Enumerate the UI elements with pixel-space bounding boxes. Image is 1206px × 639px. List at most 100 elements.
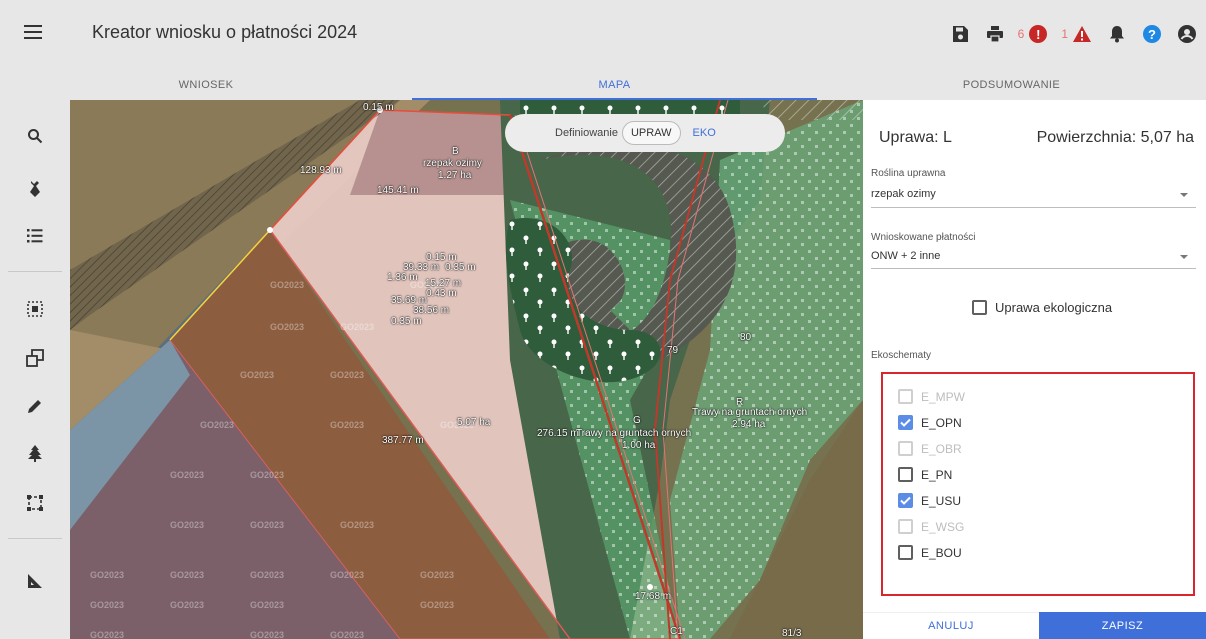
map-label: 1.00 ha [622, 440, 656, 451]
map-watermark: GO2023 [250, 470, 285, 480]
checkbox-checked[interactable] [898, 493, 913, 508]
toolbar-divider [8, 271, 62, 272]
map-label: 128.93 m [300, 165, 342, 176]
map-label: 145.41 m [377, 185, 419, 196]
tree-icon[interactable] [24, 442, 46, 464]
select-area-icon[interactable] [24, 298, 46, 320]
panel-area: Powierzchnia: 5,07 ha [1036, 129, 1194, 146]
definition-mode-toggle: Definiowanie UPRAW EKO [505, 114, 785, 152]
map-label: C1 [670, 626, 683, 637]
parcel-icon[interactable] [24, 178, 46, 200]
field-underline [871, 268, 1196, 269]
map-label: 38.56 m [413, 305, 450, 316]
map-watermark: GO2023 [270, 280, 305, 290]
map-watermark: GO2023 [170, 600, 205, 610]
map-watermark: GO2023 [90, 570, 125, 580]
map-watermark: GO2023 [250, 520, 285, 530]
crop-select[interactable]: rzepak ozimy [871, 188, 936, 200]
tab-wniosek[interactable]: WNIOSEK [0, 70, 412, 100]
map-watermark: GO2023 [330, 630, 365, 639]
checkbox-box[interactable] [898, 545, 913, 560]
tab-mapa[interactable]: MAPA [412, 70, 817, 100]
mode-upraw-option[interactable]: UPRAW [621, 121, 681, 145]
scheme-e-opn[interactable]: E_OPN [898, 415, 962, 430]
payment-field-label: Wnioskowane płatności [871, 232, 976, 243]
map-label: 5.07 ha [457, 417, 491, 428]
map-label: 0.43 m [426, 288, 457, 299]
pencil-icon[interactable] [24, 395, 46, 417]
scheme-e-wsg[interactable]: E_WSG [898, 519, 964, 534]
tab-podsumowanie[interactable]: PODSUMOWANIE [817, 70, 1206, 100]
map-watermark: GO2023 [90, 600, 125, 610]
save-icon[interactable] [949, 23, 971, 45]
map-label: rzepak ozimy [423, 158, 482, 169]
account-icon[interactable] [1176, 23, 1198, 45]
error-icon[interactable]: ! [1027, 23, 1049, 45]
map-label: 0.35 m [445, 262, 476, 273]
eko-crop-label: Uprawa ekologiczna [995, 300, 1113, 315]
bell-icon[interactable] [1106, 23, 1128, 45]
save-button[interactable]: ZAPISZ [1039, 612, 1206, 639]
map-label: 80 [740, 332, 752, 343]
map-label: 79 [667, 345, 679, 356]
cancel-button[interactable]: ANULUJ [863, 612, 1039, 639]
top-bar: Kreator wniosku o płatności 2024 6 ! 1 ? [0, 0, 1206, 70]
chevron-down-icon[interactable] [1180, 193, 1188, 197]
checkbox-box[interactable] [972, 300, 987, 315]
map-view[interactable]: GO2023 GO2023 GO2023 GO2023 GO2023 GO202… [70, 100, 863, 639]
payment-select[interactable]: ONW + 2 inne [871, 250, 940, 262]
warning-count: 1 [1061, 27, 1068, 41]
scheme-label: E_OBR [921, 441, 962, 456]
map-label: 1.27 ha [438, 170, 472, 181]
map-watermark: GO2023 [420, 600, 455, 610]
schemes-label: Ekoschematy [871, 350, 932, 361]
map-label: Trawy na gruntach ornych [692, 407, 808, 418]
scheme-label: E_OPN [921, 415, 962, 430]
map-label: 1.36 m [387, 272, 418, 283]
app-title: Kreator wniosku o płatności 2024 [92, 22, 358, 42]
measure-icon[interactable] [24, 570, 46, 592]
list-icon[interactable] [24, 225, 46, 247]
map-watermark: GO2023 [200, 420, 235, 430]
scheme-label: E_BOU [921, 545, 962, 560]
map-label: 81/3 [782, 628, 802, 639]
map-label: 2.94 ha [732, 419, 766, 430]
map-watermark: GO2023 [240, 370, 275, 380]
map-watermark: GO2023 [330, 370, 365, 380]
checkbox-box [898, 389, 913, 404]
toolbar-divider [8, 538, 62, 539]
warning-icon[interactable] [1071, 23, 1093, 45]
hamburger-menu-icon[interactable] [24, 25, 42, 39]
checkbox-box[interactable] [898, 467, 913, 482]
map-watermark: GO2023 [170, 470, 205, 480]
map-watermark: GO2023 [420, 570, 455, 580]
print-icon[interactable] [984, 23, 1006, 45]
scheme-label: E_MPW [921, 389, 966, 404]
map-watermark: GO2023 [250, 630, 285, 639]
map-watermark: GO2023 [330, 420, 365, 430]
checkbox-box [898, 519, 913, 534]
crop-details-panel: Uprawa: L Powierzchnia: 5,07 ha Roślina … [863, 100, 1206, 639]
error-count: 6 [1017, 27, 1025, 41]
map-watermark: GO2023 [250, 570, 285, 580]
eko-crop-checkbox[interactable]: Uprawa ekologiczna [972, 300, 1112, 315]
map-label: 276.15 m [537, 428, 579, 439]
map-watermark: GO2023 [340, 520, 375, 530]
scheme-e-usu[interactable]: E_USU [898, 493, 961, 508]
bounding-box-icon[interactable] [24, 492, 46, 514]
scheme-e-mpw[interactable]: E_MPW [898, 389, 965, 404]
scheme-e-obr[interactable]: E_OBR [898, 441, 962, 456]
map-watermark: GO2023 [340, 322, 375, 332]
map-label: B [452, 146, 459, 157]
search-icon[interactable] [24, 125, 46, 147]
checkbox-checked[interactable] [898, 415, 913, 430]
chevron-down-icon[interactable] [1180, 255, 1188, 259]
scheme-label: E_WSG [921, 519, 965, 534]
map-label: 0.35 m [391, 316, 422, 327]
scheme-e-pn[interactable]: E_PN [898, 467, 952, 482]
help-icon[interactable]: ? [1141, 23, 1163, 45]
scheme-e-bou[interactable]: E_BOU [898, 545, 962, 560]
field-underline [871, 207, 1196, 208]
mode-eko-option[interactable]: EKO [685, 122, 724, 144]
copy-shape-icon[interactable] [24, 347, 46, 369]
